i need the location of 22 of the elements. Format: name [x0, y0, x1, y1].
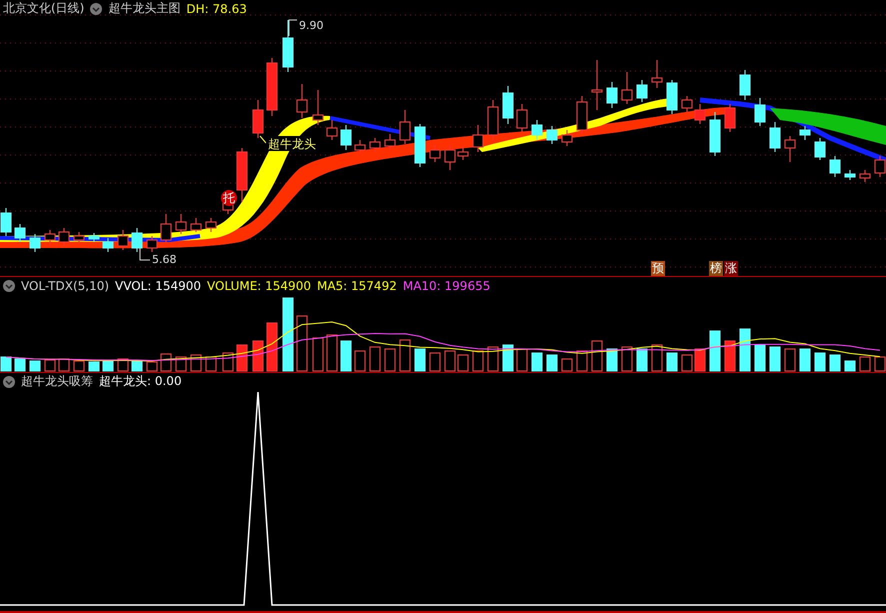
- indicator-panel-name: 超牛龙头吸筹: [21, 373, 93, 390]
- stock-name: 北京文化(日线): [3, 0, 84, 17]
- high-price-label: 9.90: [299, 19, 324, 32]
- indicator-name: 超牛龙头主图: [108, 0, 180, 17]
- low-marker: [140, 248, 150, 260]
- vvol-value: VVOL: 154900: [115, 278, 202, 292]
- signal-badge: 预: [651, 261, 665, 276]
- dh-value: DH: 78.63: [186, 2, 247, 16]
- high-marker: [288, 20, 298, 36]
- chevron-down-icon[interactable]: [90, 2, 102, 14]
- ma10-value: MA10: 199655: [402, 278, 490, 292]
- chevron-down-icon[interactable]: [3, 376, 15, 388]
- ma5-value: MA5: 157492: [316, 278, 397, 292]
- low-price-label: 5.68: [152, 253, 176, 266]
- chevron-down-icon[interactable]: [3, 280, 15, 292]
- volume-value: VOLUME: 154900: [207, 278, 311, 292]
- signal-badge: 榜: [709, 261, 723, 276]
- volume-indicator-name: VOL-TDX(5,10): [21, 278, 110, 292]
- indicator-value: 超牛龙头: 0.00: [99, 373, 182, 390]
- signal-badge: 涨: [724, 261, 738, 276]
- signal-badge: 托: [221, 190, 237, 206]
- signal-label: 超牛龙头: [268, 137, 316, 151]
